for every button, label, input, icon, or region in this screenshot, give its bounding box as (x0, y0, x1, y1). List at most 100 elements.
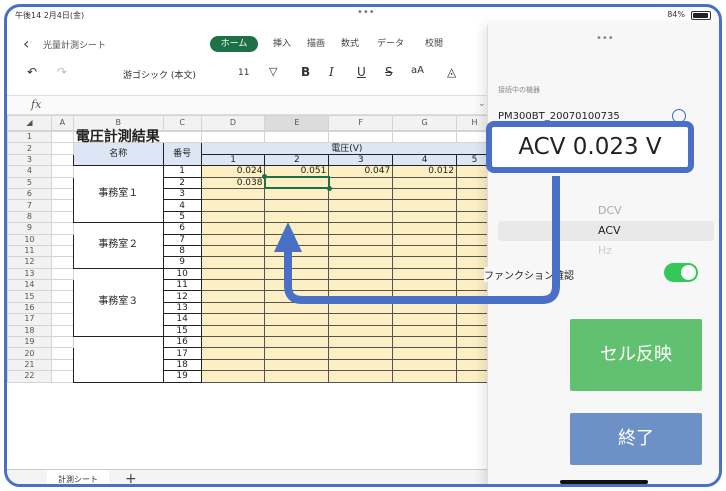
row-header[interactable]: 17 (7, 313, 52, 326)
value-cell[interactable] (328, 267, 394, 281)
cell[interactable] (50, 153, 74, 167)
panel-dots-icon[interactable]: ••• (596, 33, 614, 44)
room-name[interactable]: 事務室１ (72, 165, 164, 224)
value-cell[interactable] (200, 358, 266, 372)
cell[interactable] (50, 142, 74, 155)
value-cell[interactable] (392, 199, 458, 212)
number-cell[interactable]: 15 (162, 324, 202, 338)
value-cell[interactable] (392, 210, 458, 224)
header-number[interactable]: 番号 (162, 142, 202, 167)
number-cell[interactable]: 5 (162, 210, 202, 224)
value-cell[interactable] (200, 199, 266, 212)
row-header[interactable]: 15 (7, 290, 52, 303)
reflect-to-cell-button[interactable]: セル反映 (570, 319, 702, 391)
cell[interactable] (50, 370, 74, 383)
value-cell[interactable] (328, 336, 394, 349)
row-header[interactable]: 3 (7, 153, 52, 167)
cell[interactable] (264, 130, 330, 144)
value-cell[interactable] (200, 336, 266, 349)
end-button[interactable]: 終了 (570, 413, 702, 465)
row-header[interactable]: 13 (7, 267, 52, 281)
number-cell[interactable]: 10 (162, 267, 202, 281)
number-cell[interactable]: 9 (162, 256, 202, 269)
value-cell[interactable] (328, 347, 394, 360)
undo-icon[interactable]: ↶ (27, 65, 37, 79)
value-cell[interactable] (392, 301, 458, 315)
row-header[interactable]: 14 (7, 279, 52, 292)
chevron-down-icon[interactable]: ⌄ (478, 99, 486, 109)
cell[interactable] (200, 130, 266, 144)
row-header[interactable]: 22 (7, 370, 52, 383)
value-cell[interactable] (264, 199, 330, 212)
value-cell[interactable] (200, 290, 266, 303)
value-cell[interactable] (328, 199, 394, 212)
value-cell[interactable] (200, 267, 266, 281)
value-cell[interactable] (392, 279, 458, 292)
value-cell[interactable] (392, 222, 458, 235)
number-cell[interactable]: 12 (162, 290, 202, 303)
value-cell[interactable] (392, 336, 458, 349)
value-cell[interactable] (200, 279, 266, 292)
value-cell[interactable]: 0.024 (200, 165, 266, 178)
value-cell[interactable] (200, 256, 266, 269)
value-cell[interactable]: 0.038 (200, 176, 266, 189)
value-cell[interactable] (392, 187, 458, 201)
tab-review[interactable]: 校閲 (421, 36, 447, 52)
value-cell[interactable] (200, 210, 266, 224)
row-header[interactable]: 16 (7, 301, 52, 315)
value-cell[interactable] (328, 301, 394, 315)
row-header[interactable]: 1 (7, 130, 52, 144)
value-cell[interactable] (392, 256, 458, 269)
value-cell[interactable] (200, 233, 266, 246)
value-cell[interactable] (264, 347, 330, 360)
number-cell[interactable]: 18 (162, 358, 202, 372)
value-cell[interactable] (200, 187, 266, 201)
value-cell[interactable] (328, 370, 394, 383)
value-cell[interactable] (392, 313, 458, 326)
value-cell[interactable] (200, 313, 266, 326)
cell[interactable] (50, 358, 74, 372)
add-sheet-button[interactable]: + (125, 471, 137, 484)
row-header[interactable]: 19 (7, 336, 52, 349)
column-header[interactable]: E (264, 115, 330, 131)
room-name[interactable] (72, 336, 164, 383)
cell[interactable] (50, 244, 74, 258)
cell[interactable] (50, 210, 74, 224)
font-name-select[interactable]: 游ゴシック (本文) (123, 68, 196, 81)
value-cell[interactable] (264, 336, 330, 349)
number-cell[interactable]: 4 (162, 199, 202, 212)
row-header[interactable]: 2 (7, 142, 52, 155)
value-cell[interactable] (200, 222, 266, 235)
value-cell[interactable] (264, 324, 330, 338)
row-header[interactable]: 20 (7, 347, 52, 360)
value-cell[interactable] (392, 233, 458, 246)
column-header[interactable]: G (392, 115, 458, 131)
row-header[interactable]: 10 (7, 233, 52, 246)
font-size-select[interactable]: 11 (238, 68, 249, 78)
cell[interactable] (50, 301, 74, 315)
row-header[interactable]: 9 (7, 222, 52, 235)
cell[interactable] (50, 347, 74, 360)
cell[interactable] (392, 130, 458, 144)
row-header[interactable]: 4 (7, 165, 52, 178)
font-color-button[interactable]: aA (411, 65, 424, 76)
tab-home[interactable]: ホーム (210, 36, 258, 52)
tab-data[interactable]: データ (373, 36, 408, 52)
voltage-sub-header[interactable]: 4 (392, 153, 458, 167)
number-cell[interactable]: 14 (162, 313, 202, 326)
value-cell[interactable] (264, 313, 330, 326)
tab-insert[interactable]: 挿入 (269, 36, 295, 52)
value-cell[interactable] (264, 370, 330, 383)
value-cell[interactable] (392, 176, 458, 189)
value-cell[interactable] (328, 358, 394, 372)
number-cell[interactable]: 7 (162, 233, 202, 246)
function-picker[interactable]: DCV ACV Hz (498, 201, 714, 261)
value-cell[interactable] (392, 358, 458, 372)
number-cell[interactable]: 19 (162, 370, 202, 383)
value-cell[interactable] (264, 290, 330, 303)
cell[interactable] (328, 130, 394, 144)
value-cell[interactable] (392, 347, 458, 360)
number-cell[interactable]: 16 (162, 336, 202, 349)
underline-button[interactable]: U (357, 65, 366, 79)
fill-color-icon[interactable]: ◬ (447, 65, 456, 79)
